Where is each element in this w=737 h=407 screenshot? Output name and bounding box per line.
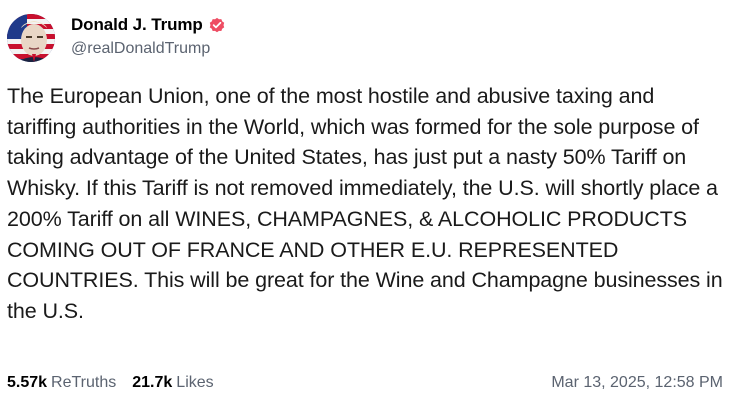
display-name[interactable]: Donald J. Trump <box>71 15 203 35</box>
post-text: The European Union, one of the most host… <box>7 84 729 323</box>
retruths-stat[interactable]: 5.57k ReTruths <box>7 374 116 392</box>
post-timestamp[interactable]: Mar 13, 2025, 12:58 PM <box>551 374 723 392</box>
author-names: Donald J. Trump @realDonaldTrump <box>71 12 226 58</box>
avatar-image <box>7 14 55 62</box>
name-row: Donald J. Trump <box>71 12 226 38</box>
retruths-label: ReTruths <box>51 374 117 391</box>
post-footer: 5.57k ReTruths 21.7k Likes Mar 13, 2025,… <box>7 371 723 395</box>
retruths-count: 5.57k <box>7 374 48 391</box>
avatar[interactable] <box>7 14 55 62</box>
author-handle[interactable]: @realDonaldTrump <box>71 40 226 58</box>
likes-label: Likes <box>176 374 214 391</box>
truth-social-post: Donald J. Trump @realDonaldTrump The Eur… <box>0 0 737 407</box>
likes-count: 21.7k <box>132 374 173 391</box>
verified-badge-icon <box>208 16 226 34</box>
likes-stat[interactable]: 21.7k Likes <box>132 374 213 392</box>
post-header: Donald J. Trump @realDonaldTrump <box>7 12 226 68</box>
